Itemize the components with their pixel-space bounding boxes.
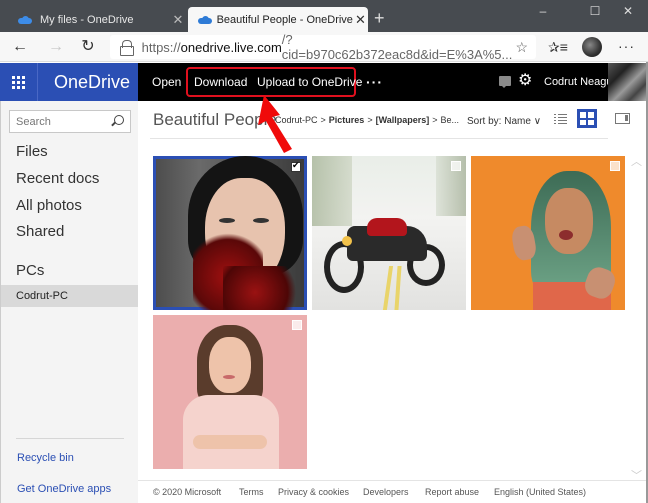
- selection-checkbox[interactable]: [451, 161, 461, 171]
- selection-checkbox[interactable]: [291, 160, 301, 172]
- more-commands-button[interactable]: ···: [366, 63, 383, 101]
- forward-button[interactable]: →: [46, 38, 66, 56]
- minimize-button[interactable]: –: [528, 4, 558, 18]
- photo-tile[interactable]: [153, 315, 307, 469]
- onedrive-cloud-icon: [198, 15, 212, 24]
- waffle-icon: [12, 75, 25, 89]
- download-button[interactable]: Download: [194, 63, 247, 101]
- tab-beautiful-people[interactable]: Beautiful People - OneDrive ✕: [188, 7, 368, 32]
- search-icon[interactable]: [114, 115, 124, 125]
- breadcrumb-separator: >: [320, 115, 326, 125]
- sidebar-item-all-photos[interactable]: All photos: [16, 197, 82, 214]
- pcs-heading[interactable]: PCs: [16, 262, 44, 279]
- header-divider: [150, 138, 608, 139]
- sidebar: Search Files Recent docs All photos Shar…: [0, 101, 139, 503]
- close-tab-icon[interactable]: ✕: [168, 12, 188, 28]
- url-scheme: https://: [141, 39, 181, 55]
- selection-checkbox[interactable]: [610, 161, 620, 171]
- list-view-icon[interactable]: [554, 113, 567, 125]
- close-window-button[interactable]: ✕: [613, 4, 643, 18]
- breadcrumb-separator: >: [432, 115, 438, 125]
- browser-tab-strip: My files - OneDrive ✕ Beautiful People -…: [0, 0, 648, 32]
- details-pane-icon[interactable]: [615, 113, 630, 124]
- breadcrumb-item[interactable]: [Wallpapers]: [376, 115, 430, 125]
- feedback-icon[interactable]: [499, 76, 511, 88]
- browser-toolbar: ← → ↻ https://onedrive.live.com/?cid=b97…: [0, 32, 648, 62]
- red-arrow-annotation: [258, 95, 292, 153]
- address-bar[interactable]: https://onedrive.live.com/?cid=b970c62b3…: [110, 32, 536, 62]
- recycle-bin-link[interactable]: Recycle bin: [17, 452, 74, 464]
- footer-link-developers[interactable]: Developers: [363, 487, 409, 497]
- footer-link-language[interactable]: English (United States): [494, 487, 586, 497]
- tab-my-files[interactable]: My files - OneDrive ✕: [8, 7, 188, 32]
- footer-link-terms[interactable]: Terms: [239, 487, 264, 497]
- user-name[interactable]: Codrut Neagu: [544, 63, 613, 101]
- url-path: /?cid=b970c62b372eac8d&id=E%3A%5...: [281, 32, 513, 62]
- breadcrumb-item[interactable]: Be...: [441, 115, 460, 125]
- sidebar-item-recent-docs[interactable]: Recent docs: [16, 170, 99, 187]
- main-content: Beautiful People Codrut-PC > Pictures > [Wal…: [138, 101, 648, 503]
- breadcrumb: Codrut-PC > Pictures > [Wallpapers] > Be...: [275, 115, 459, 125]
- favorite-star-icon[interactable]: ☆: [515, 39, 528, 56]
- photo-tile[interactable]: [153, 156, 307, 310]
- url-host: onedrive.live.com: [180, 39, 282, 55]
- footer: © 2020 Microsoft Terms Privacy & cookies…: [138, 480, 648, 503]
- onedrive-cloud-icon: [18, 15, 32, 24]
- search-input[interactable]: Search: [9, 110, 131, 133]
- tab-title: My files - OneDrive: [40, 13, 134, 26]
- copyright: © 2020 Microsoft: [153, 487, 222, 497]
- sidebar-divider: [16, 438, 124, 439]
- sidebar-item-shared[interactable]: Shared: [16, 223, 64, 240]
- get-apps-link[interactable]: Get OneDrive apps: [17, 483, 111, 495]
- maximize-button[interactable]: ☐: [580, 4, 610, 18]
- scroll-up-icon[interactable]: ︿: [631, 153, 642, 169]
- settings-gear-icon[interactable]: ⚙: [518, 72, 532, 90]
- open-button[interactable]: Open: [152, 63, 181, 101]
- onedrive-logo[interactable]: OneDrive: [38, 63, 138, 101]
- sidebar-item-codrut-pc[interactable]: Codrut-PC: [1, 285, 139, 307]
- photo-tile[interactable]: [471, 156, 625, 310]
- app-launcher-button[interactable]: [0, 63, 38, 101]
- sidebar-item-files[interactable]: Files: [16, 143, 48, 160]
- refresh-button[interactable]: ↻: [78, 38, 98, 56]
- sort-dropdown[interactable]: Sort by: Name ∨: [467, 116, 541, 127]
- tab-title: Beautiful People - OneDrive: [216, 13, 353, 26]
- thumbnail-view-icon[interactable]: [577, 109, 597, 128]
- selection-checkbox[interactable]: [292, 320, 302, 330]
- footer-link-privacy[interactable]: Privacy & cookies: [278, 487, 349, 497]
- onedrive-header: OneDrive Open Download Upload to OneDriv…: [0, 63, 648, 101]
- user-avatar[interactable]: [608, 63, 648, 101]
- back-button[interactable]: ←: [10, 38, 30, 56]
- photo-tile[interactable]: [312, 156, 466, 310]
- favorites-list-icon[interactable]: ✰≡: [548, 39, 568, 56]
- breadcrumb-separator: >: [367, 115, 373, 125]
- vertical-scrollbar[interactable]: ︿ ﹀: [628, 150, 646, 482]
- search-placeholder: Search: [16, 115, 51, 128]
- lock-icon: [120, 40, 134, 56]
- screen: My files - OneDrive ✕ Beautiful People -…: [0, 0, 648, 503]
- browser-menu-button[interactable]: ···: [618, 38, 635, 54]
- footer-link-report-abuse[interactable]: Report abuse: [425, 487, 479, 497]
- breadcrumb-item[interactable]: Pictures: [329, 115, 365, 125]
- profile-avatar[interactable]: [582, 37, 602, 57]
- close-tab-icon[interactable]: ✕: [353, 12, 368, 28]
- new-tab-button[interactable]: +: [374, 9, 385, 27]
